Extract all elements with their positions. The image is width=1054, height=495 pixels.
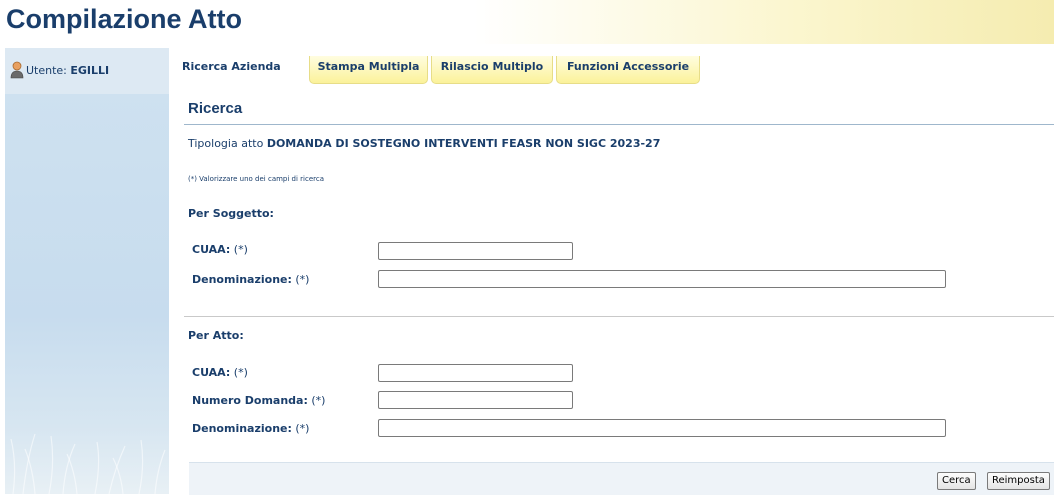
- app-header: Compilazione Atto: [0, 0, 1054, 44]
- atto-numero-domanda-label: Numero Domanda: (*): [192, 394, 325, 407]
- user-info: Utente: EGILLI: [26, 64, 109, 77]
- page-title: Compilazione Atto: [6, 4, 242, 34]
- user-box: Utente: EGILLI: [5, 48, 169, 94]
- soggetto-cuaa-label-text: CUAA:: [192, 243, 231, 256]
- section-title: Ricerca: [188, 100, 243, 117]
- atto-denominazione-label-text: Denominazione:: [192, 422, 292, 435]
- tab-funzioni-accessorie[interactable]: Funzioni Accessorie: [556, 56, 700, 84]
- tab-rilascio-multiplo[interactable]: Rilascio Multiplo: [431, 56, 553, 84]
- user-icon: [10, 61, 24, 79]
- tipologia-value: DOMANDA DI SOSTEGNO INTERVENTI FEASR NON…: [266, 137, 661, 150]
- required-note: (*) Valorizzare uno dei campi di ricerca: [188, 175, 324, 183]
- soggetto-denominazione-input[interactable]: [378, 270, 946, 288]
- atto-cuaa-label: CUAA: (*): [192, 366, 248, 379]
- reimposta-button[interactable]: Reimposta: [987, 472, 1050, 490]
- group-title-per-soggetto: Per Soggetto:: [188, 207, 274, 220]
- group-title-per-atto: Per Atto:: [188, 329, 244, 342]
- tipologia-atto: Tipologia atto DOMANDA DI SOSTEGNO INTER…: [188, 137, 660, 150]
- button-bar: [189, 462, 1054, 495]
- tab-stampa-multipla[interactable]: Stampa Multipla: [309, 56, 428, 84]
- user-name: EGILLI: [70, 64, 110, 77]
- soggetto-cuaa-label: CUAA: (*): [192, 243, 248, 256]
- sidebar: Utente: EGILLI: [5, 48, 169, 494]
- cerca-button[interactable]: Cerca: [937, 472, 976, 490]
- atto-denominazione-input[interactable]: [378, 419, 946, 437]
- required-marker: (*): [233, 366, 248, 379]
- required-marker: (*): [295, 273, 310, 286]
- atto-numero-domanda-label-text: Numero Domanda:: [192, 394, 308, 407]
- required-marker: (*): [295, 422, 310, 435]
- required-marker: (*): [233, 243, 248, 256]
- required-marker: (*): [311, 394, 326, 407]
- atto-cuaa-label-text: CUAA:: [192, 366, 231, 379]
- tab-ricerca-azienda[interactable]: Ricerca Azienda: [180, 56, 306, 84]
- tipologia-label: Tipologia atto: [188, 137, 264, 150]
- atto-numero-domanda-input[interactable]: [378, 391, 573, 409]
- soggetto-denominazione-label: Denominazione: (*): [192, 273, 309, 286]
- atto-denominazione-label: Denominazione: (*): [192, 422, 309, 435]
- group-divider: [184, 316, 1054, 317]
- atto-cuaa-input[interactable]: [378, 364, 573, 382]
- soggetto-denominazione-label-text: Denominazione:: [192, 273, 292, 286]
- sidebar-grass-decoration: [10, 433, 166, 494]
- section-divider: [184, 124, 1054, 125]
- soggetto-cuaa-input[interactable]: [378, 242, 573, 260]
- user-label: Utente:: [26, 64, 67, 77]
